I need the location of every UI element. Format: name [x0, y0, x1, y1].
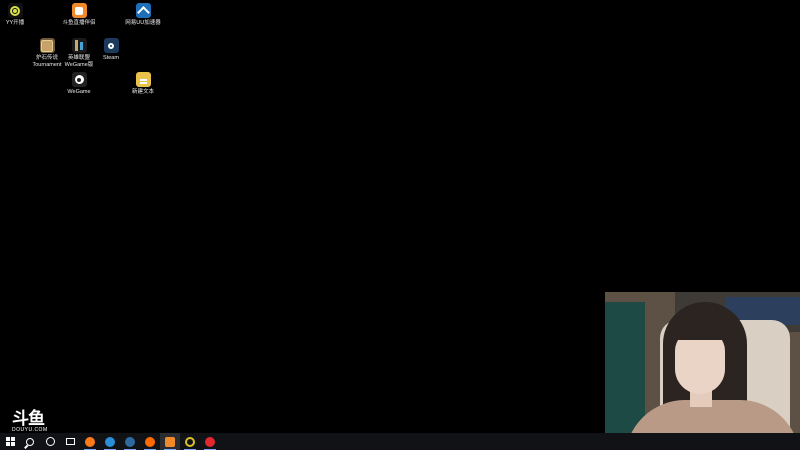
start-button[interactable]: [0, 433, 20, 450]
watermark-logo: 斗鱼: [12, 409, 45, 428]
taskbar-steam[interactable]: [120, 433, 140, 450]
webcam-person-fringe: [671, 314, 729, 340]
webcam-overlay: [605, 292, 800, 450]
yy-icon: [7, 3, 23, 18]
desktop-icon-label: WeGame: [67, 89, 91, 95]
taskbar-yy[interactable]: [180, 433, 200, 450]
desktop-icon-label: 新建文本: [131, 89, 154, 95]
desktop-icon-text-file[interactable]: 新建文本: [121, 72, 165, 96]
desktop-icon-label: 网易UU加速器: [125, 20, 161, 26]
cortana-icon: [45, 437, 55, 446]
orange-app-icon: [145, 436, 155, 447]
firefox-icon: [85, 436, 95, 447]
netease-uu-icon: [135, 3, 151, 18]
taskbar-blue-app[interactable]: [100, 433, 120, 450]
search-button[interactable]: [20, 433, 40, 450]
taskbar-netease-music[interactable]: [200, 433, 220, 450]
yy-icon: [185, 436, 195, 447]
steam-icon: [103, 38, 119, 53]
douyu-icon: [165, 436, 175, 447]
lol-icon: [71, 38, 87, 53]
taskbar-orange-app[interactable]: [140, 433, 160, 450]
desktop-icon-label: Steam: [103, 55, 119, 61]
taskbar-firefox[interactable]: [80, 433, 100, 450]
search-icon: [26, 437, 34, 446]
desktop-icon-label: YY开播: [5, 20, 25, 26]
netease-music-icon: [205, 436, 215, 447]
wegame-icon: [71, 72, 87, 87]
douyu-icon: [71, 3, 87, 18]
desktop-icon-label: 斗鱼直播伴侣: [62, 20, 96, 26]
cortana-button[interactable]: [40, 433, 60, 450]
taskbar: [0, 433, 800, 450]
steam-icon: [125, 436, 135, 447]
blue-app-icon: [105, 436, 115, 447]
file-icon: [135, 72, 151, 87]
hearthstone-icon: [39, 38, 55, 53]
task-view-icon: [65, 438, 75, 445]
task-view-button[interactable]: [60, 433, 80, 450]
desktop-icon-wegame[interactable]: WeGame: [57, 72, 101, 96]
desktop-icon-douyu[interactable]: 斗鱼直播伴侣: [57, 3, 101, 27]
desktop-icon-steam[interactable]: Steam: [89, 38, 133, 62]
douyu-watermark: 斗鱼 DOUYU.COM: [12, 410, 48, 433]
desktop-icon-netease-uu[interactable]: 网易UU加速器: [121, 3, 165, 27]
windows-logo-icon: [5, 437, 15, 446]
desktop-icon-yy[interactable]: YY开播: [0, 3, 37, 27]
taskbar-douyu[interactable]: [160, 433, 180, 450]
